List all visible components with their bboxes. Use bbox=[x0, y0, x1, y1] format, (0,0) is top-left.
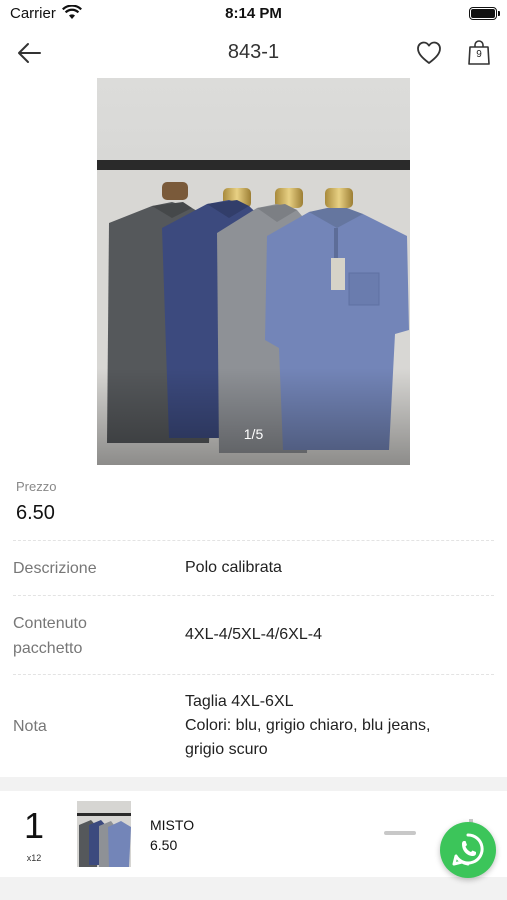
note-line-1: Taglia 4XL-6XL bbox=[185, 693, 294, 710]
clock: 8:14 PM bbox=[225, 5, 282, 22]
navigation-bar: 843-1 9 bbox=[0, 28, 507, 78]
whatsapp-icon bbox=[452, 833, 484, 866]
divider bbox=[13, 540, 494, 541]
note-line-3: grigio scuro bbox=[185, 741, 268, 758]
product-gallery[interactable]: 1/5 bbox=[0, 78, 507, 465]
whatsapp-button[interactable] bbox=[440, 822, 496, 878]
cart-item-price: 6.50 bbox=[150, 837, 178, 853]
cart-quantity: 1 bbox=[23, 805, 45, 846]
gallery-page-indicator: 1/5 bbox=[243, 426, 264, 442]
description-label: Descrizione bbox=[13, 560, 97, 577]
heart-icon[interactable] bbox=[415, 39, 443, 67]
package-content-label-line1: Contenuto bbox=[13, 615, 87, 632]
shopping-bag-icon[interactable]: 9 bbox=[465, 39, 493, 67]
cart-bar: 1 x12 MISTO 6.50 bbox=[0, 791, 507, 877]
cart-item-thumbnail bbox=[77, 801, 131, 867]
price-value: 6.50 bbox=[16, 502, 55, 524]
divider bbox=[13, 674, 494, 675]
product-photo bbox=[97, 78, 410, 465]
divider bbox=[13, 595, 494, 596]
note-line-2: Colori: blu, grigio chiaro, blu jeans, bbox=[185, 717, 431, 734]
price-label: Prezzo bbox=[16, 479, 57, 494]
cart-item-name: MISTO bbox=[150, 817, 195, 833]
minus-icon[interactable] bbox=[384, 831, 416, 835]
package-content-value: 4XL-4/5XL-4/6XL-4 bbox=[185, 626, 322, 643]
note-label: Nota bbox=[13, 718, 47, 735]
description-value: Polo calibrata bbox=[185, 559, 282, 576]
battery-icon bbox=[469, 7, 500, 20]
package-content-label-line2: pacchetto bbox=[13, 640, 83, 657]
status-bar: Carrier 8:14 PM bbox=[0, 0, 507, 28]
cart-multiplier: x12 bbox=[26, 853, 42, 863]
cart-count-badge: 9 bbox=[476, 49, 482, 60]
product-details: Prezzo 6.50 Descrizione Polo calibrata C… bbox=[0, 465, 507, 777]
